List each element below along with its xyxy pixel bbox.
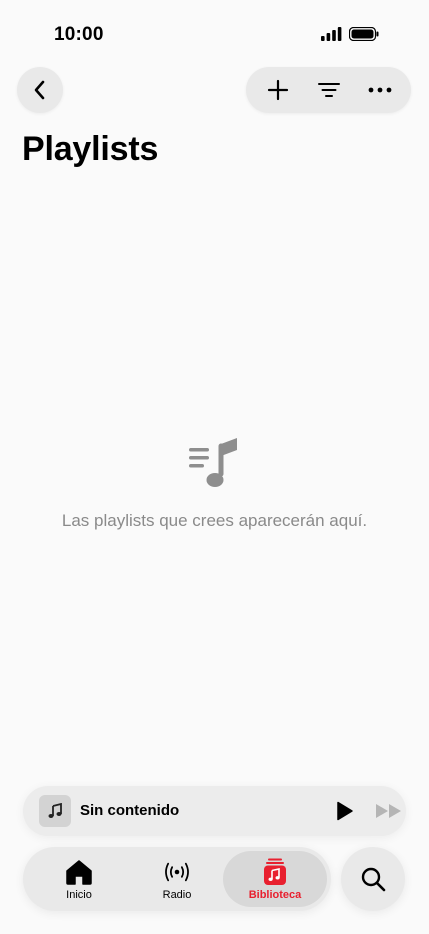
more-options-button[interactable] <box>358 68 402 112</box>
back-button[interactable] <box>17 67 63 113</box>
home-icon <box>66 859 92 885</box>
tab-bar: Inicio Radio Biblioteca <box>23 847 331 911</box>
empty-state-message: Las playlists que crees aparecerán aquí. <box>61 511 368 530</box>
plus-icon <box>267 79 288 101</box>
music-note-icon <box>48 803 62 818</box>
tab-label: Inicio <box>66 888 92 901</box>
radio-waves-icon <box>165 862 189 881</box>
play-icon[interactable] <box>332 799 356 823</box>
status-time: 10:00 <box>54 24 104 45</box>
mini-player-title: Sin contenido <box>80 802 180 819</box>
ellipsis-icon <box>368 87 391 93</box>
chevron-left-icon <box>34 80 45 100</box>
library-icon <box>264 858 286 885</box>
search-icon <box>361 867 386 892</box>
playlist-music-icon <box>189 438 237 487</box>
page-title: Playlists <box>22 130 159 168</box>
status-bar: 10:00 <box>0 0 429 70</box>
mini-player-artwork <box>39 795 71 827</box>
status-icons <box>321 27 379 41</box>
fast-forward-icon[interactable] <box>374 799 404 823</box>
search-button[interactable] <box>341 847 405 911</box>
add-playlist-button[interactable] <box>256 68 300 112</box>
mini-player[interactable]: Sin contenido <box>23 786 406 836</box>
signal-icon <box>321 27 342 41</box>
tab-label: Radio <box>162 888 192 901</box>
filter-button[interactable] <box>307 68 351 112</box>
tab-radio[interactable]: Radio <box>127 851 227 907</box>
header-actions <box>246 67 411 113</box>
tab-biblioteca[interactable]: Biblioteca <box>223 851 327 907</box>
tab-label: Biblioteca <box>248 888 302 901</box>
app-screen: 10:00 Playlists Las playlists que crees … <box>0 0 429 934</box>
tab-inicio[interactable]: Inicio <box>29 851 129 907</box>
filter-lines-icon <box>317 83 340 97</box>
battery-icon <box>349 27 379 41</box>
